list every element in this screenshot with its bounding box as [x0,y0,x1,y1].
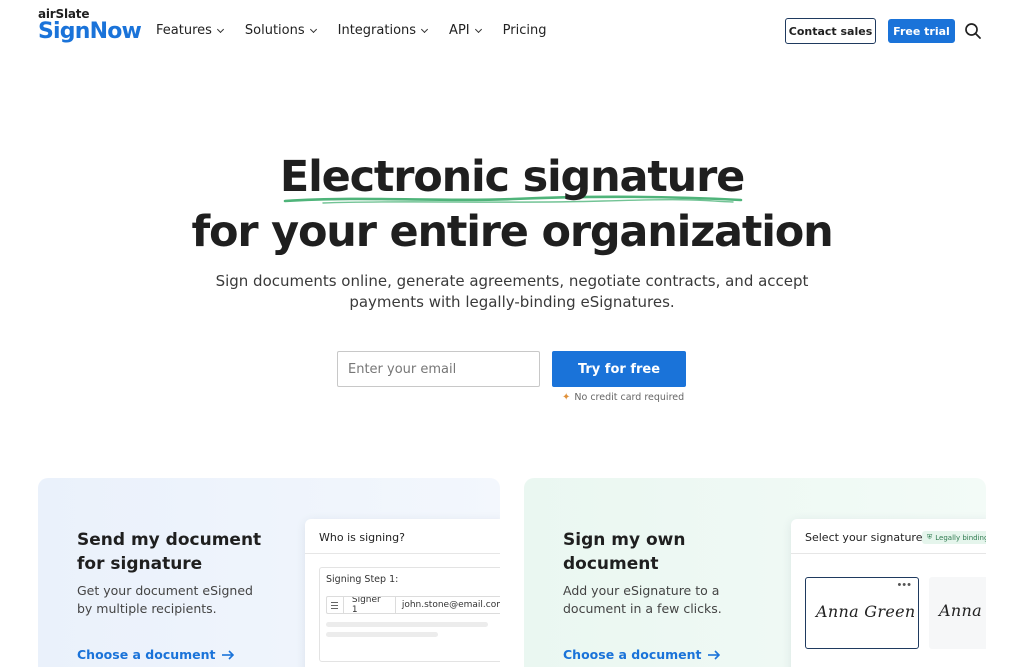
send-choose-document-link[interactable]: Choose a document [77,647,234,662]
signature-option[interactable]: Anna G [929,577,986,649]
free-trial-button[interactable]: Free trial [888,19,955,43]
signing-step-box: Signing Step 1: Signer 1 john.stone@emai… [319,567,500,662]
menu-item-label: Integrations [337,23,417,38]
shield-icon: ⛨ [927,533,933,541]
try-for-free-button[interactable]: Try for free [552,351,686,387]
sign-card-title: Sign my own document [563,530,686,574]
select-signature-heading: Select your signature [805,531,923,544]
menu-item-api[interactable]: API [449,23,482,38]
link-label: Choose a document [77,647,216,662]
signer-name: Signer 1 [344,597,396,613]
party-popper-icon: ✦ [562,392,571,403]
send-document-card[interactable]: Send my document for signature Get your … [38,478,500,667]
menu-item-label: API [449,23,470,38]
signer-email: john.stone@email.com [401,600,500,610]
send-card-title: Send my document for signature [77,530,262,574]
chevron-down-icon [309,25,317,33]
top-navigation: airSlate SignNow Features Solutions Inte… [0,0,1024,62]
menu-item-integrations[interactable]: Integrations [337,23,429,38]
placeholder-line [326,622,488,627]
arrow-right-icon [221,649,234,660]
signing-step-label: Signing Step 1: [326,574,399,585]
menu-item-solutions[interactable]: Solutions [244,23,317,38]
hero-subtitle-line1: Sign documents online, generate agreemen… [215,272,809,290]
select-signature-panel: Select your signature ⛨ Legally binding … [791,519,986,667]
chevron-down-icon [421,25,429,33]
send-card-description: Get your document eSigned by multiple re… [77,583,253,616]
sign-card-description: Add your eSignature to a document in a f… [563,583,722,616]
drag-handle-icon [327,597,344,613]
link-label: Choose a document [563,647,702,662]
hero-subtitle-line2: payments with legally-binding eSignature… [349,293,675,311]
hero-subtitle: Sign documents online, generate agreemen… [0,271,1024,313]
chevron-down-icon [474,25,482,33]
logo-signnow-text: SignNow [38,19,142,44]
more-options-icon[interactable]: ••• [897,579,912,591]
no-credit-card-note: ✦ No credit card required [562,392,684,403]
sign-own-document-card[interactable]: Sign my own document Add your eSignature… [524,478,986,667]
menu-item-features[interactable]: Features [156,23,224,38]
signnow-logo[interactable]: airSlate SignNow [38,8,142,44]
panel-divider [305,553,500,554]
signature-text: Anna Green [816,602,916,621]
menu-item-label: Features [156,23,212,38]
signature-text: Anna G [939,601,986,620]
hero-title-line1: Electronic signature [279,152,745,202]
signer-row: Signer 1 john.stone@email.com [326,596,500,614]
email-input[interactable] [337,351,540,387]
who-is-signing-heading: Who is signing? [319,531,405,544]
contact-sales-button[interactable]: Contact sales [785,18,876,44]
legally-binding-badge: ⛨ Legally binding [922,531,986,544]
menu-item-label: Pricing [502,23,547,38]
arrow-right-icon [707,649,720,660]
who-is-signing-panel: Who is signing? Signing Step 1: Signer 1… [305,519,500,667]
no-credit-card-text: No credit card required [574,392,685,403]
menu-item-label: Solutions [244,23,305,38]
chevron-down-icon [216,25,224,33]
main-menu: Features Solutions Integrations API Pric… [156,23,568,38]
panel-divider [791,553,986,554]
badge-label: Legally binding [935,533,986,542]
placeholder-line [326,632,438,637]
sign-choose-document-link[interactable]: Choose a document [563,647,720,662]
menu-item-pricing[interactable]: Pricing [503,23,547,38]
signature-option-selected[interactable]: ••• Anna Green [805,577,919,649]
search-icon[interactable] [964,22,982,40]
hero-title-line2: for your entire organization [191,207,834,257]
